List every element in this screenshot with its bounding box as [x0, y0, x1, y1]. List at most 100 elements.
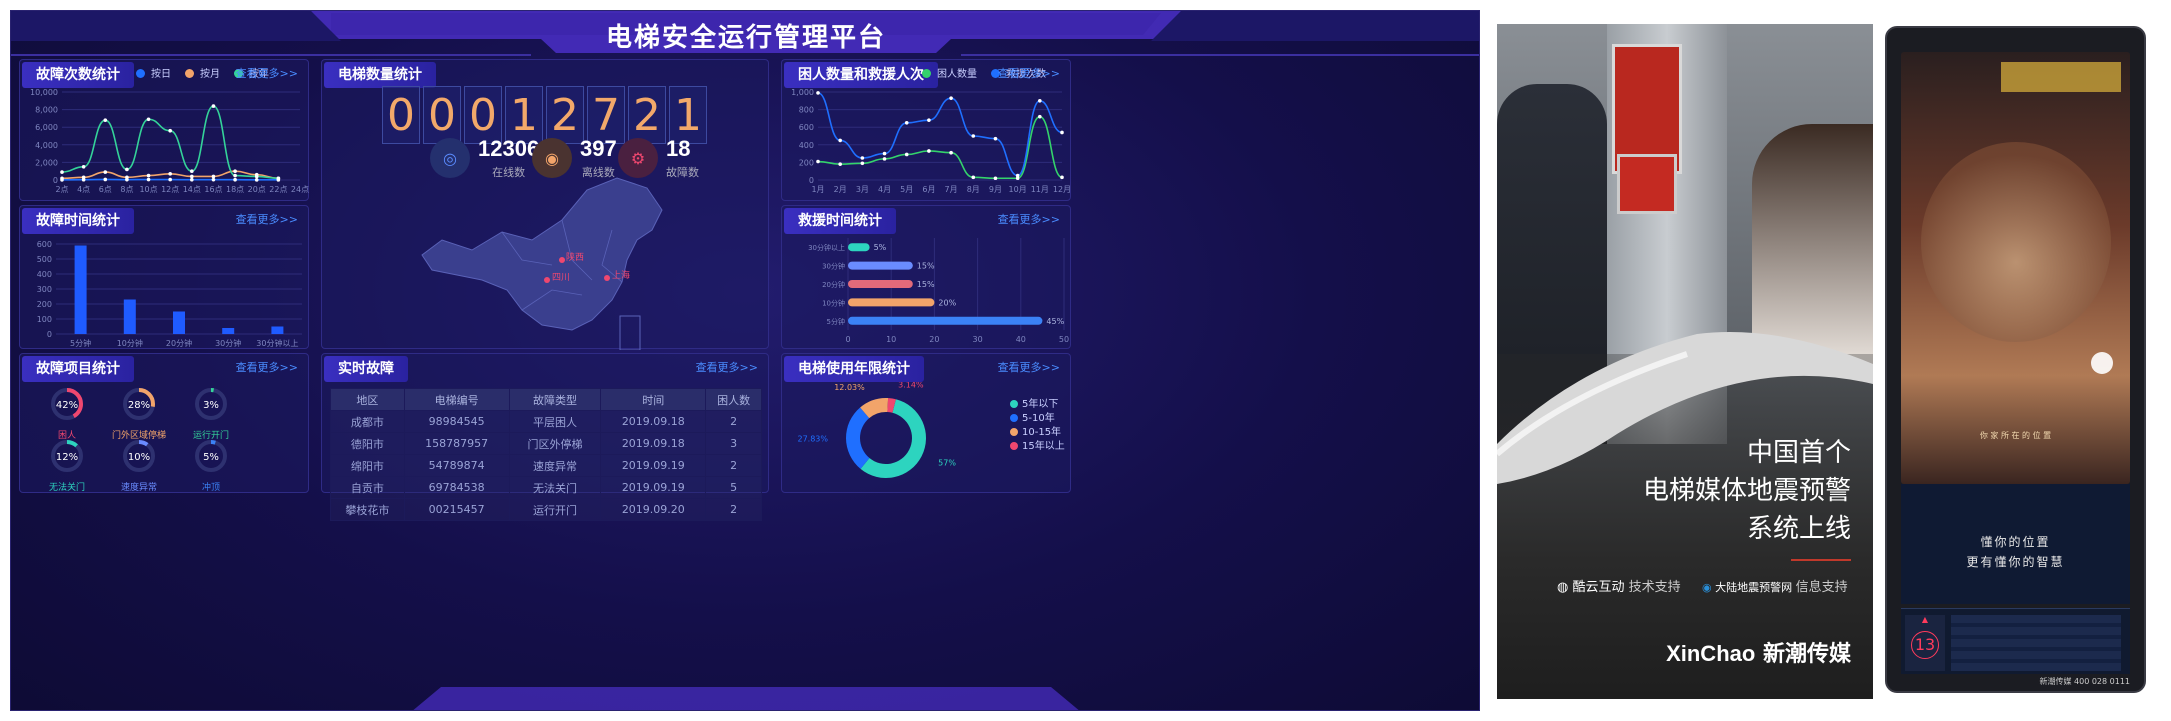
legend-label: 5年以下: [1022, 397, 1058, 410]
y-tick-label: 10分钟: [822, 298, 845, 307]
map-label: 上海: [612, 271, 631, 281]
ring-label: 无法关门: [48, 483, 85, 493]
view-more-link[interactable]: 查看更多>>: [236, 211, 298, 227]
view-more-link[interactable]: 查看更多>>: [236, 65, 298, 81]
x-tick-label: 6点: [99, 185, 112, 194]
y-tick-label: 800: [799, 106, 814, 115]
data-point: [81, 165, 86, 169]
data-point: [168, 128, 172, 133]
data-point: [276, 176, 281, 181]
data-point: [927, 118, 931, 122]
data-point: [103, 118, 108, 122]
bar: [848, 280, 913, 288]
map-marker: [544, 277, 550, 283]
data-point: [1060, 175, 1064, 180]
slogan-area: 懂你的位置 更有懂你的智慧: [1901, 484, 2130, 604]
table-cell: 德阳市: [330, 432, 405, 455]
poster-device: [1617, 154, 1677, 214]
x-tick-label: 30: [973, 335, 983, 344]
fault-count-chart: 10,000 8,000 6,000 4,000 2,000 02点 4点 6点 8点 10点 12…: [30, 88, 309, 194]
dining-table: [1921, 142, 2111, 342]
data-point: [1038, 114, 1042, 119]
info-grid: [1951, 615, 2121, 671]
table-row[interactable]: 攀枝花市 00215457 运行开门 2019.09.20 2: [330, 498, 762, 521]
dashboard-screen: 电梯安全运行管理平台 故障次数统计 按日 按月 按年 查看更多>> 10,000…: [10, 10, 1480, 711]
years-donut-chart: 57% 27.83% 12.03% 3.14% 5年以下5-10年10-15年15年以上: [797, 382, 1065, 478]
x-tick-label: 40: [1016, 335, 1026, 344]
table-row[interactable]: 自贡市 69784538 无法关门 2019.09.19 5: [330, 476, 762, 499]
table-cell: 成都市: [330, 410, 405, 433]
table-row[interactable]: 成都市 98984545 平层困人 2019.09.18 2: [330, 410, 762, 433]
data-point: [882, 151, 887, 156]
view-more-link[interactable]: 查看更多>>: [696, 359, 758, 375]
bar: [848, 243, 870, 252]
realtime-fault-table: 地区 电梯编号 故障类型 时间 困人数 成都市 98984545 平层困人 2019.09.1…: [330, 388, 762, 521]
data-point: [103, 170, 108, 174]
ad-headline: 中国首个 电梯媒体地震预警 系统上线: [1642, 438, 1851, 544]
table-row[interactable]: 绵阳市 54789874 速度异常 2019.09.19 2: [330, 454, 762, 477]
data-point: [949, 150, 953, 155]
years-panel: 电梯使用年限统计 查看更多>> 57% 27.83% 12.03% 3.14% 5年以下…: [781, 353, 1071, 493]
floor-indicator: ▲ 13: [1905, 615, 1945, 671]
y-tick-label: 400: [799, 141, 814, 150]
x-tick-label: 22点: [269, 185, 287, 194]
data-point: [971, 175, 976, 180]
page-title: 电梯安全运行管理平台: [605, 23, 886, 53]
partner-2: ◉ 大陆地震预警网 信息支持: [1702, 580, 1848, 595]
fault-items-panel: 故障项目统计 查看更多>> 42% 困人 28% 门外区域停梯 3% 运行开门 12% 无法关…: [19, 353, 309, 493]
x-tick-label: 6月: [922, 185, 935, 194]
table-cell: 69784538: [403, 476, 510, 499]
table-cell: 54789874: [403, 454, 510, 477]
table-row[interactable]: 德阳市 158787957 门区外停梯 2019.09.18 3: [330, 432, 762, 455]
fault-time-panel: 故障时间统计 查看更多>> 600 500 400 300 200 100 0 5分钟 10分钟…: [19, 205, 309, 349]
column-header: 时间: [600, 388, 707, 411]
y-tick-label: 2,000: [35, 158, 58, 167]
record-button-icon[interactable]: [2091, 352, 2113, 374]
series-line: [61, 105, 279, 180]
legend-dot: [1010, 400, 1018, 408]
view-more-link[interactable]: 查看更多>>: [998, 359, 1060, 375]
data-point: [904, 152, 909, 157]
bar: [123, 299, 136, 334]
ring-percent: 42%: [56, 400, 78, 411]
y-tick-label: 600: [37, 240, 52, 249]
table-cell: 2019.09.18: [600, 432, 707, 455]
y-tick-label: 300: [37, 285, 52, 294]
count-digit: 0: [382, 86, 420, 144]
table-cell: 自贡市: [330, 476, 405, 499]
data-point: [949, 96, 953, 100]
progress-ring: 28%: [123, 388, 155, 420]
earthquake-logo-icon: ◉: [1702, 581, 1712, 594]
table-cell: 158787957: [403, 432, 510, 455]
y-tick-label: 200: [37, 300, 52, 309]
bar: [848, 261, 913, 270]
data-point: [860, 161, 865, 166]
column-header: 困人数: [705, 388, 762, 411]
panel-title: 电梯数量统计: [324, 62, 436, 88]
data-point: [211, 104, 216, 108]
data-point: [1060, 130, 1064, 135]
x-tick-label: 18点: [226, 185, 244, 194]
ring-percent: 3%: [203, 400, 219, 411]
data-point: [190, 174, 194, 179]
fault-item-ring: 12% 无法关门: [32, 438, 102, 493]
view-more-link[interactable]: 查看更多>>: [998, 211, 1060, 227]
data-point: [168, 172, 172, 176]
table-cell: 绵阳市: [330, 454, 405, 477]
x-tick-label: 7月: [945, 185, 958, 194]
progress-ring: 10%: [123, 440, 155, 472]
view-more-link[interactable]: 查看更多>>: [236, 359, 298, 375]
table-cell: 2: [705, 454, 762, 477]
brand-logo: XinChao 新潮传媒: [1666, 641, 1851, 667]
data-point: [146, 117, 151, 122]
data-label: 5%: [874, 243, 887, 252]
divider: [1791, 559, 1851, 561]
x-tick-label: 10点: [139, 185, 157, 194]
data-point: [882, 157, 887, 161]
view-more-link[interactable]: 查看更多>>: [998, 65, 1060, 81]
legend-dot: [1010, 442, 1018, 450]
x-tick-label: 50: [1059, 335, 1069, 344]
data-label: 3.14%: [898, 382, 924, 390]
data-point: [233, 177, 237, 182]
table-cell: 2019.09.18: [600, 410, 707, 433]
